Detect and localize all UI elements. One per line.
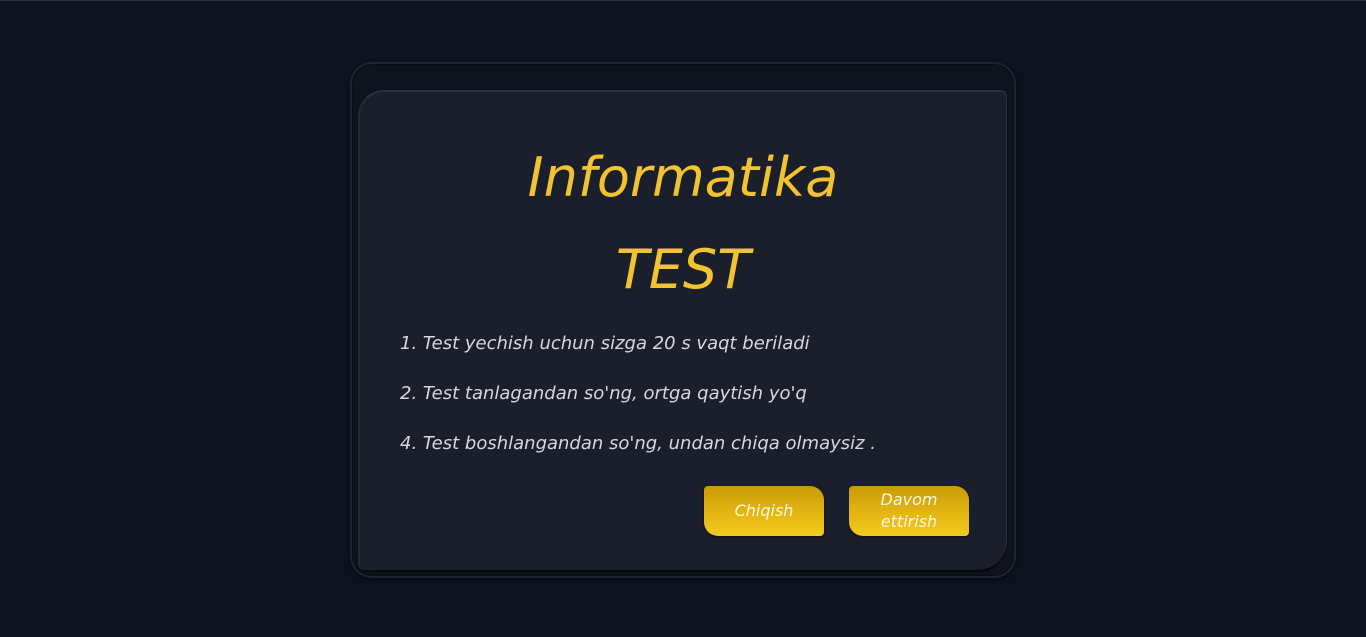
quiz-subtitle: TEST [615, 238, 751, 301]
continue-button-label: Davom ettirish [880, 490, 938, 531]
continue-button[interactable]: Davom ettirish [849, 486, 969, 536]
rule-item: 2. Test tanlagandan so'ng, ortga qaytish… [400, 383, 807, 404]
rule-item: 1. Test yechish uchun sizga 20 s vaqt be… [400, 333, 810, 354]
top-border-line [0, 0, 1366, 1]
exit-button-label: Chiqish [734, 501, 794, 520]
exit-button[interactable]: Chiqish [704, 486, 824, 536]
info-box: Informatika TEST 1. Test yechish uchun s… [358, 90, 1007, 570]
quiz-title: Informatika [527, 146, 839, 209]
rule-item: 4. Test boshlangandan so'ng, undan chiqa… [400, 433, 877, 454]
rules-list: 1. Test yechish uchun sizga 20 s vaqt be… [400, 332, 876, 482]
